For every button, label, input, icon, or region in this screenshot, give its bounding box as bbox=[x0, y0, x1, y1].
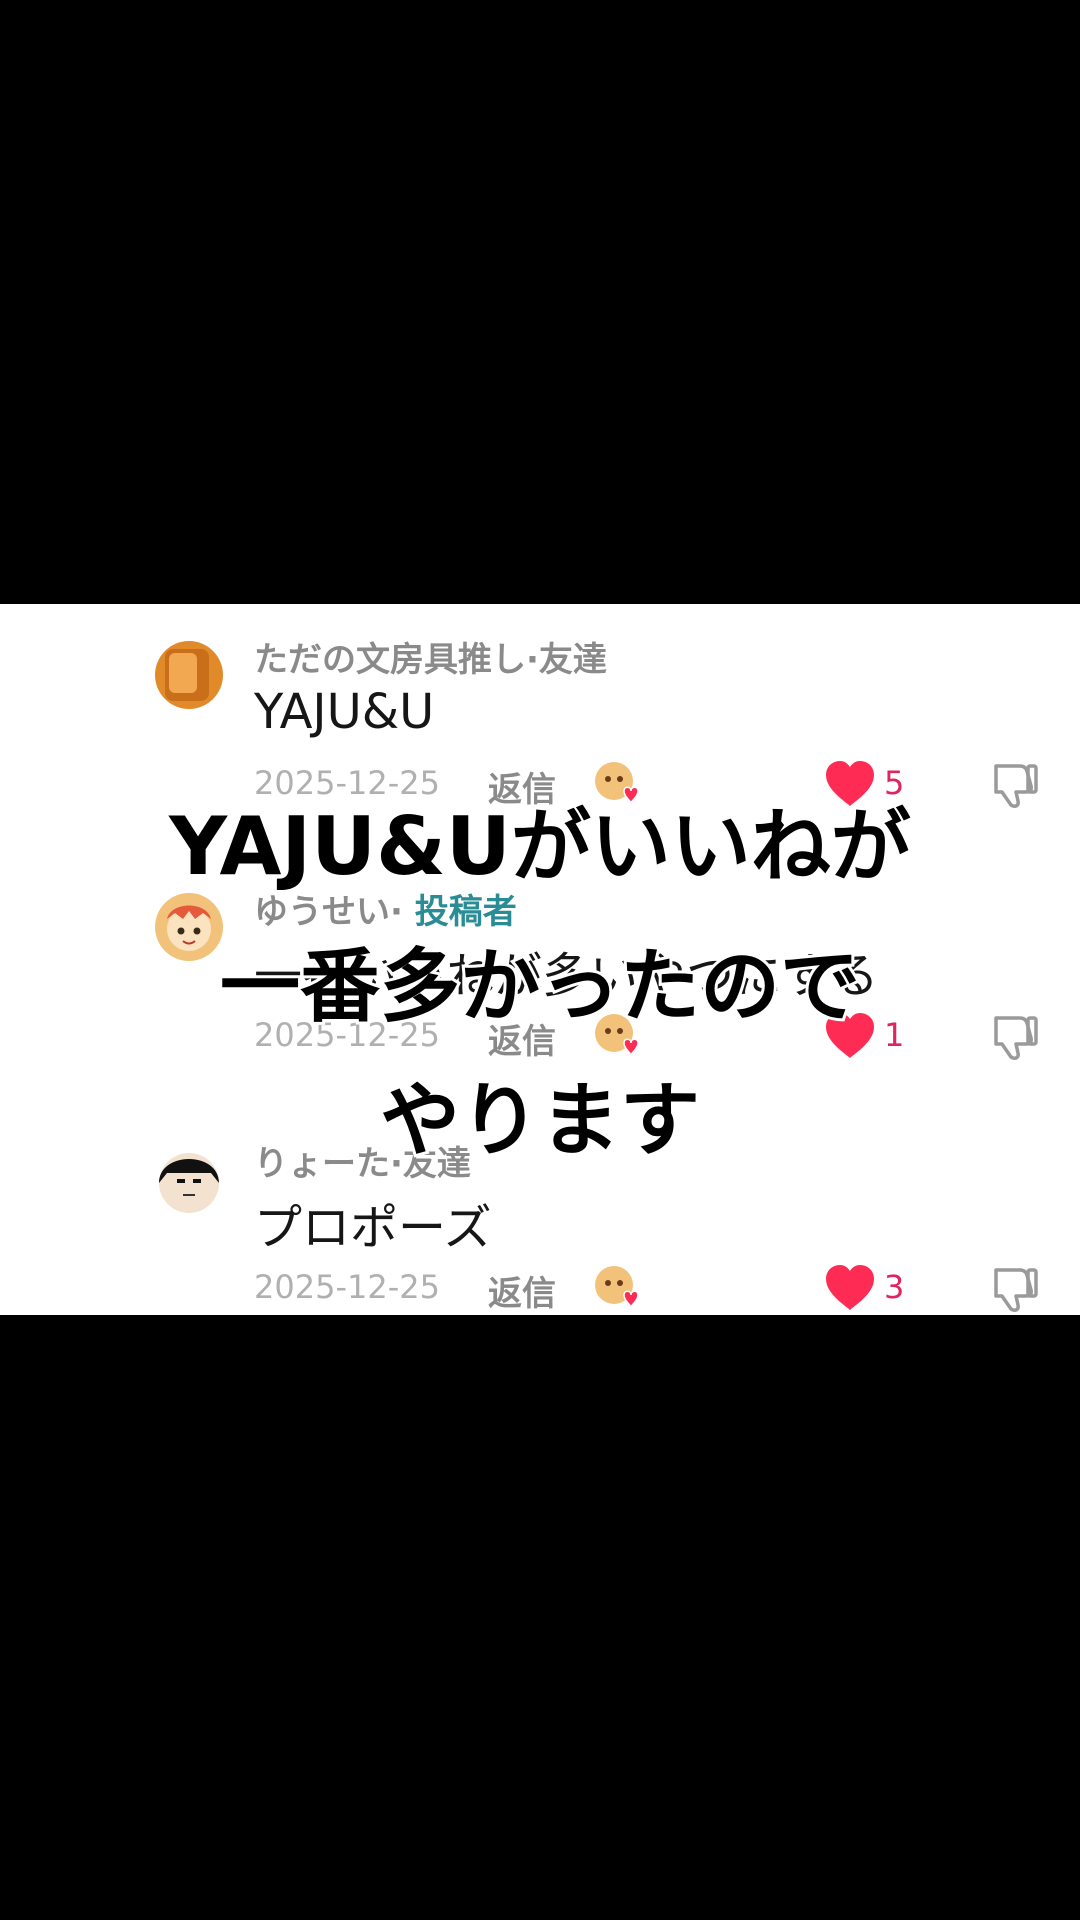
avatar[interactable] bbox=[155, 641, 223, 709]
like-count: 3 bbox=[884, 1268, 905, 1306]
overlay-caption-line2: 一番多かったので bbox=[217, 937, 863, 1036]
reply-button[interactable]: 返信 bbox=[488, 1266, 556, 1315]
heart-icon[interactable] bbox=[824, 1264, 876, 1312]
author-line: ただの文房具推し·友達 bbox=[254, 632, 607, 681]
creator-liked-icon bbox=[594, 1263, 642, 1311]
overlay-caption-line3: やります bbox=[377, 1071, 703, 1170]
comment-text: プロポーズ bbox=[254, 1200, 492, 1256]
relation-badge: 友達 bbox=[538, 640, 607, 680]
separator: · bbox=[526, 640, 539, 680]
author-name[interactable]: ただの文房具推し bbox=[254, 640, 526, 680]
comment-date: 2025-12-25 bbox=[254, 1268, 440, 1306]
comments-panel: ただの文房具推し·友達 YAJU&U 2025-12-25 返信 5 ゆうせい·… bbox=[0, 604, 1080, 1315]
overlay-caption-line1: YAJU&Uがいいねが bbox=[166, 797, 914, 896]
comment-text: YAJU&U bbox=[254, 684, 435, 740]
thumbs-down-icon[interactable] bbox=[990, 1264, 1040, 1314]
